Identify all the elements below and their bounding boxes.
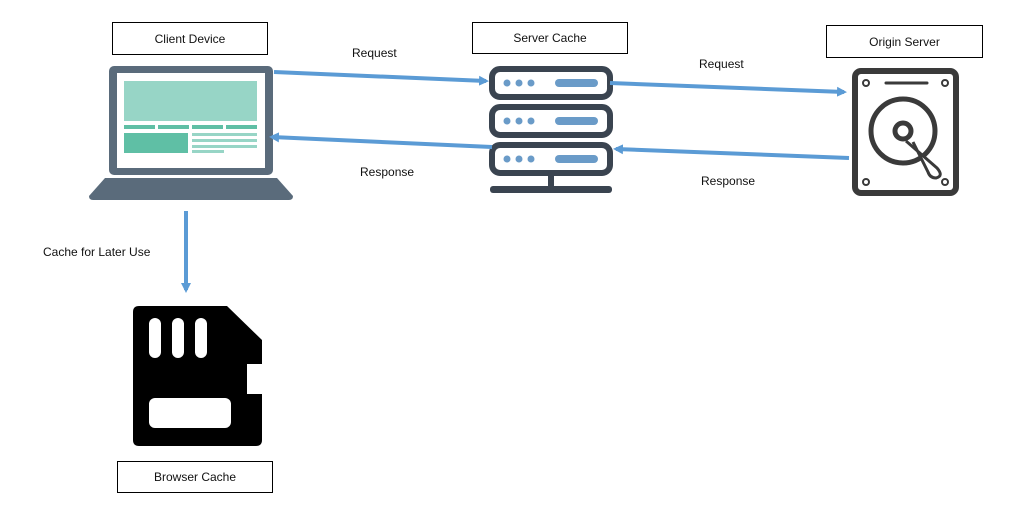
browser-cache-label: Browser Cache xyxy=(117,461,273,493)
client-device-label: Client Device xyxy=(112,22,268,55)
hard-drive-icon xyxy=(852,68,959,196)
edge-label-request-client-cache: Request xyxy=(352,46,397,60)
diagram-canvas xyxy=(89,66,959,446)
arrow-origin-to-cache xyxy=(613,144,850,160)
edge-label-response-origin-cache: Response xyxy=(701,174,756,188)
edge-label-response-cache-client: Response xyxy=(360,165,415,179)
edge-label-cache-for-later-use: Cache for Later Use xyxy=(43,245,151,259)
edge-label-request-cache-origin: Request xyxy=(699,57,744,71)
arrow-cache-to-client xyxy=(269,132,493,149)
origin-server-label: Origin Server xyxy=(826,25,983,58)
laptop-icon xyxy=(89,66,293,200)
sd-card-icon xyxy=(133,306,262,446)
arrow-client-to-cache xyxy=(273,70,489,86)
server-rack-icon xyxy=(489,66,613,193)
server-cache-label: Server Cache xyxy=(472,22,628,54)
arrow-cache-to-origin xyxy=(609,81,847,97)
